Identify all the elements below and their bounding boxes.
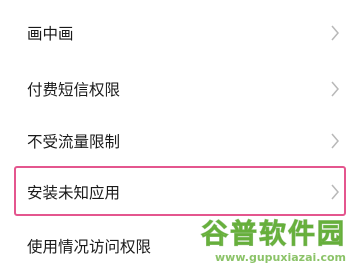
watermark: 谷普软件园 www.gupuxiazai.com: [196, 212, 347, 265]
settings-item-picture-in-picture[interactable]: 画中画: [0, 7, 360, 59]
settings-item-label: 付费短信权限: [27, 81, 121, 99]
settings-item-label: 不受流量限制: [27, 133, 121, 151]
settings-item-label: 画中画: [27, 25, 74, 43]
watermark-logo: 谷普软件园: [201, 219, 346, 251]
settings-item-unrestricted-data[interactable]: 不受流量限制: [0, 115, 360, 167]
settings-item-premium-sms[interactable]: 付费短信权限: [0, 63, 360, 115]
chevron-right-icon: [330, 81, 340, 97]
chevron-right-icon: [330, 25, 340, 41]
highlight-box: [14, 166, 346, 216]
chevron-right-icon: [330, 133, 340, 149]
watermark-url: www.gupuxiazai.com: [215, 251, 346, 264]
settings-item-label: 使用情况访问权限: [27, 238, 152, 256]
